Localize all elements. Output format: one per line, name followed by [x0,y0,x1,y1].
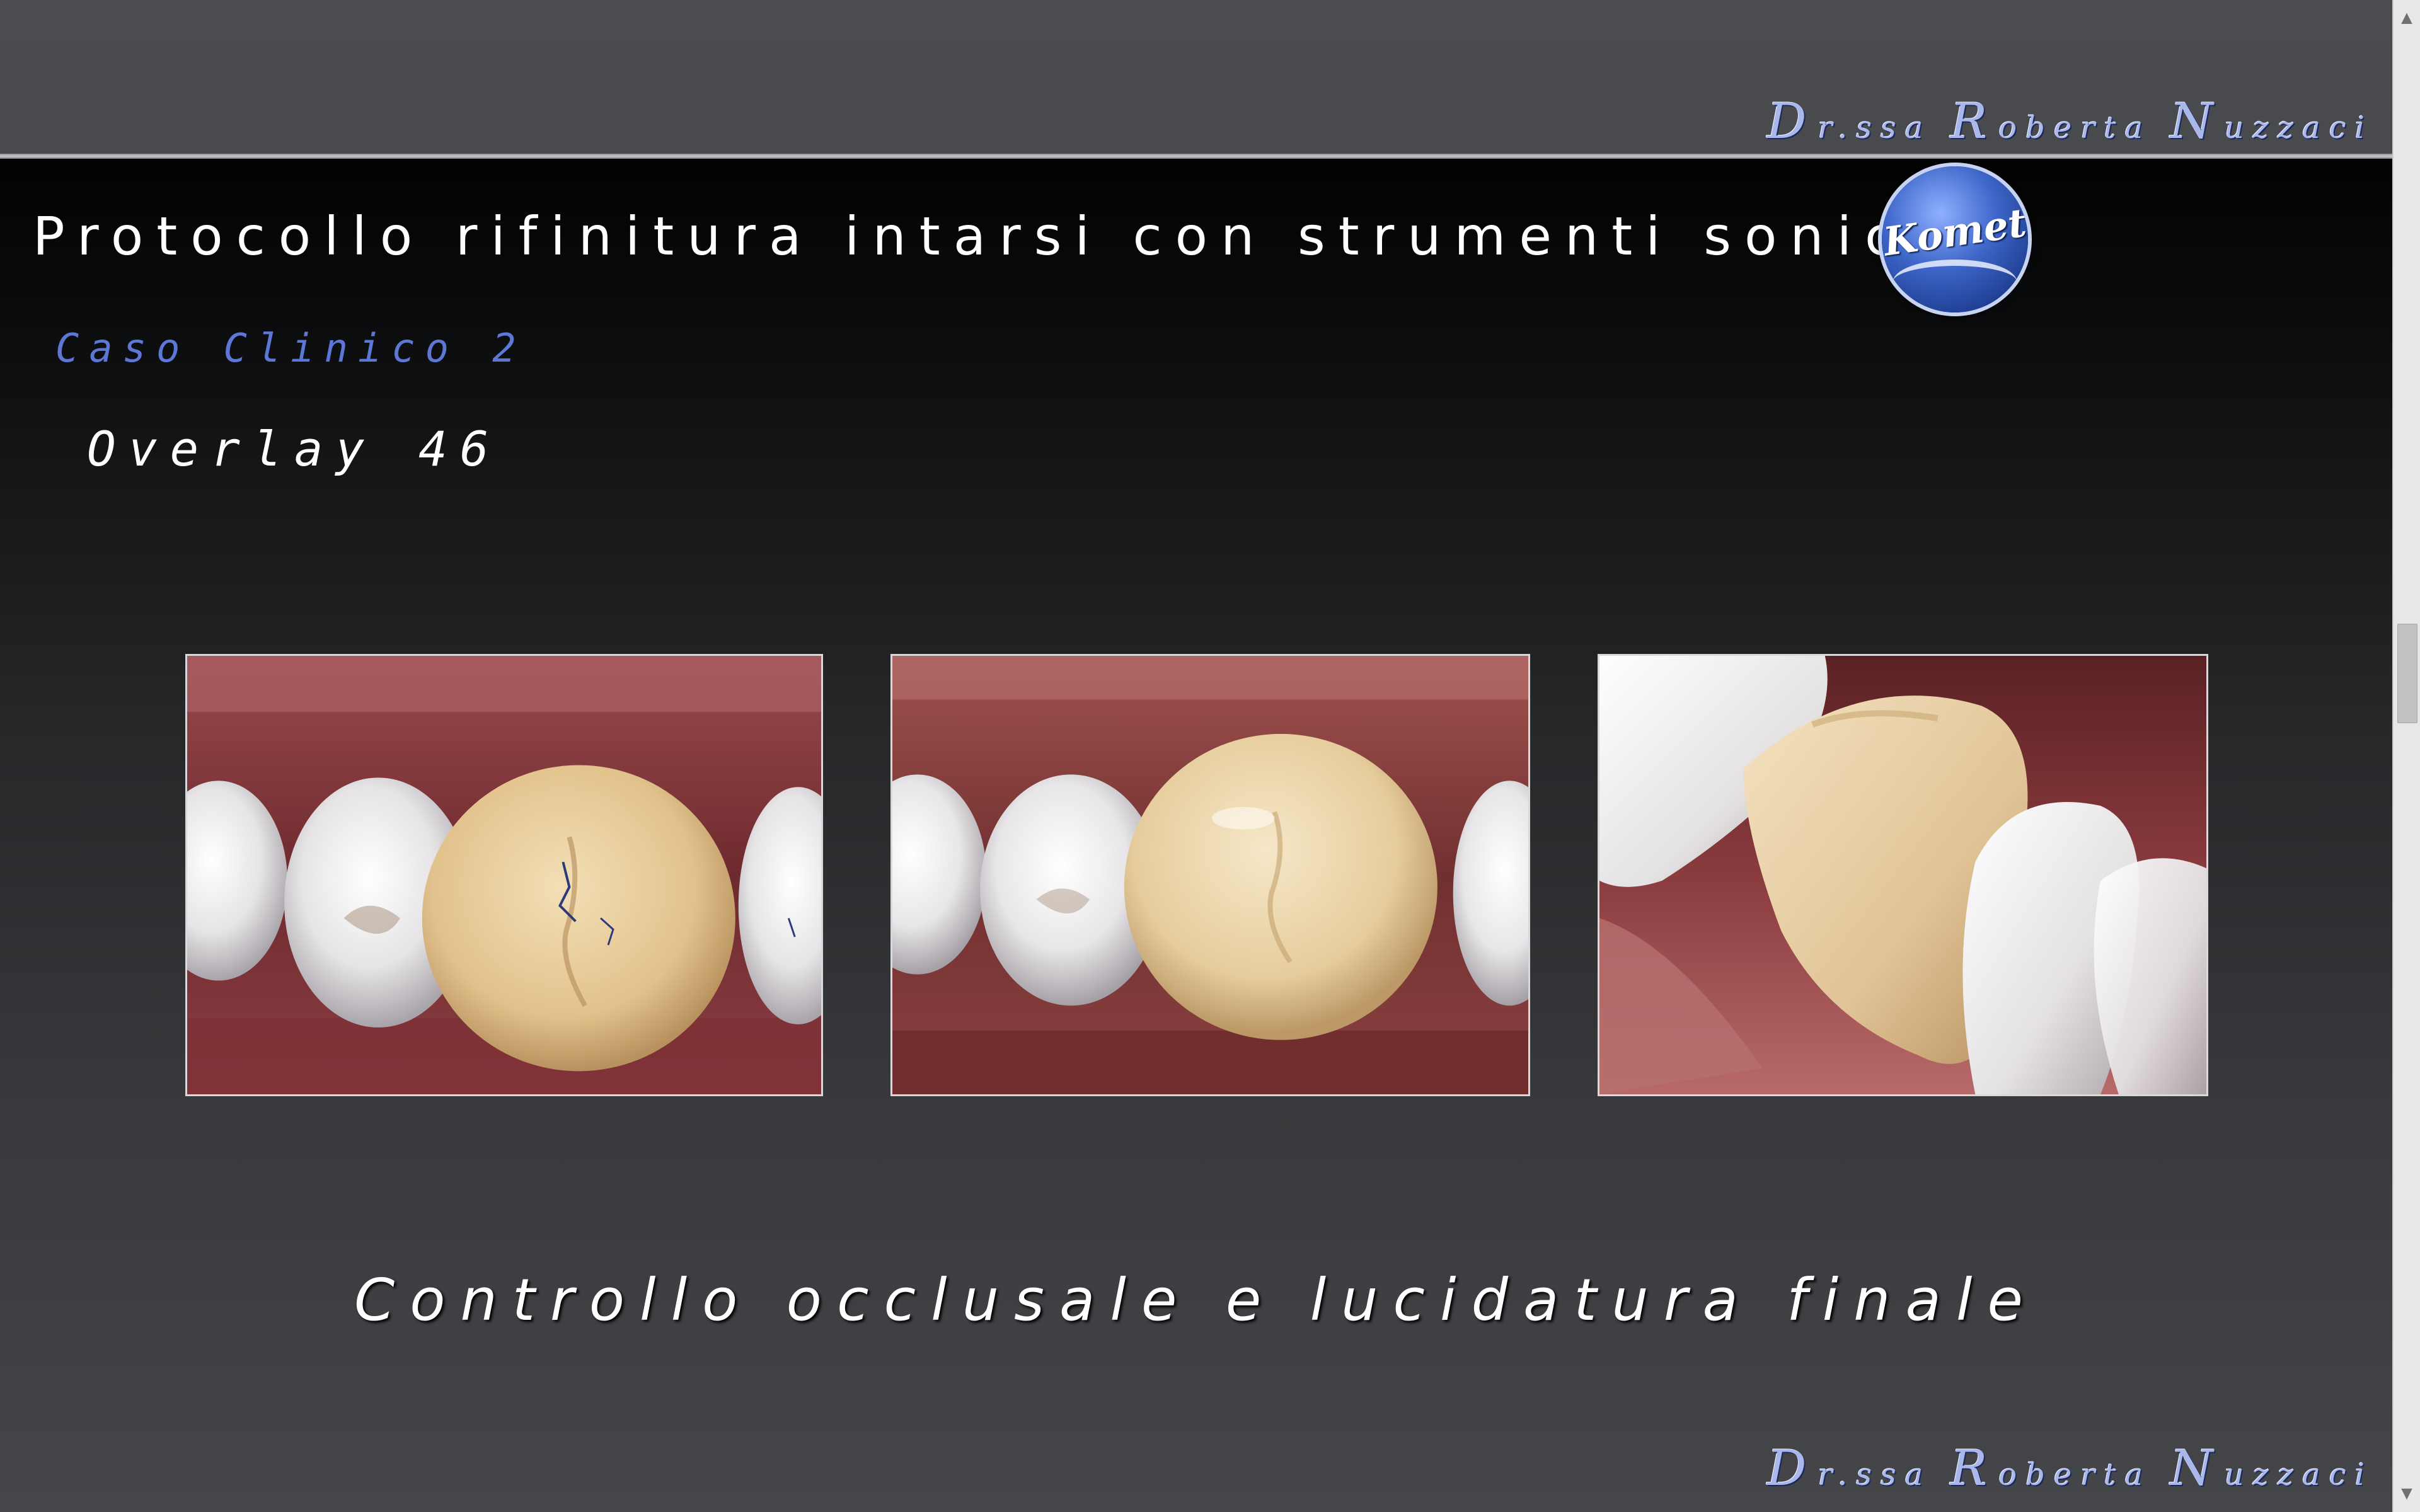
logo-swoosh [1893,260,2017,304]
scroll-up-icon[interactable]: ▲ [2394,5,2420,32]
case-subtitle: Overlay 46 [87,421,502,477]
signature-bottom: Dr.ssa Roberta Nuzzaci [1767,1440,2373,1497]
scrollbar-thumb[interactable] [2397,624,2417,723]
clinical-photo-occlusal-polished [890,654,1530,1096]
header-divider [0,154,2392,159]
logo-text: Komet [1882,199,2028,265]
clinical-photo-buccal-polished [1598,654,2208,1096]
signature-initial: N [2170,93,2225,150]
signature-text: oberta [1998,1457,2152,1492]
slide-title: Protocollo rifinitura intarsi con strume… [33,205,1935,267]
signature-text: uzzaci [2224,1457,2373,1492]
signature-initial: N [2170,1440,2225,1497]
signature-initial: D [1766,93,1818,150]
signature-text: r.ssa [1818,1457,1932,1492]
clinical-photo-occlusal-marks [185,654,823,1096]
scroll-down-icon[interactable]: ▼ [2394,1480,2420,1507]
signature-text: r.ssa [1818,110,1932,146]
signature-initial: R [1950,93,1999,150]
vertical-scrollbar[interactable]: ▲ ▼ [2392,0,2420,1512]
slide-caption: Controllo occlusale e lucidatura finale [354,1266,2038,1334]
case-label: Caso Clinico 2 [55,325,526,371]
signature-initial: R [1950,1440,1999,1497]
slide: Dr.ssa Roberta Nuzzaci Protocollo rifini… [0,0,2392,1512]
signature-text: uzzaci [2224,110,2373,146]
komet-logo: Komet [1882,166,2028,312]
signature-top: Dr.ssa Roberta Nuzzaci [1767,93,2373,150]
signature-text: oberta [1998,110,2152,146]
signature-initial: D [1766,1440,1818,1497]
